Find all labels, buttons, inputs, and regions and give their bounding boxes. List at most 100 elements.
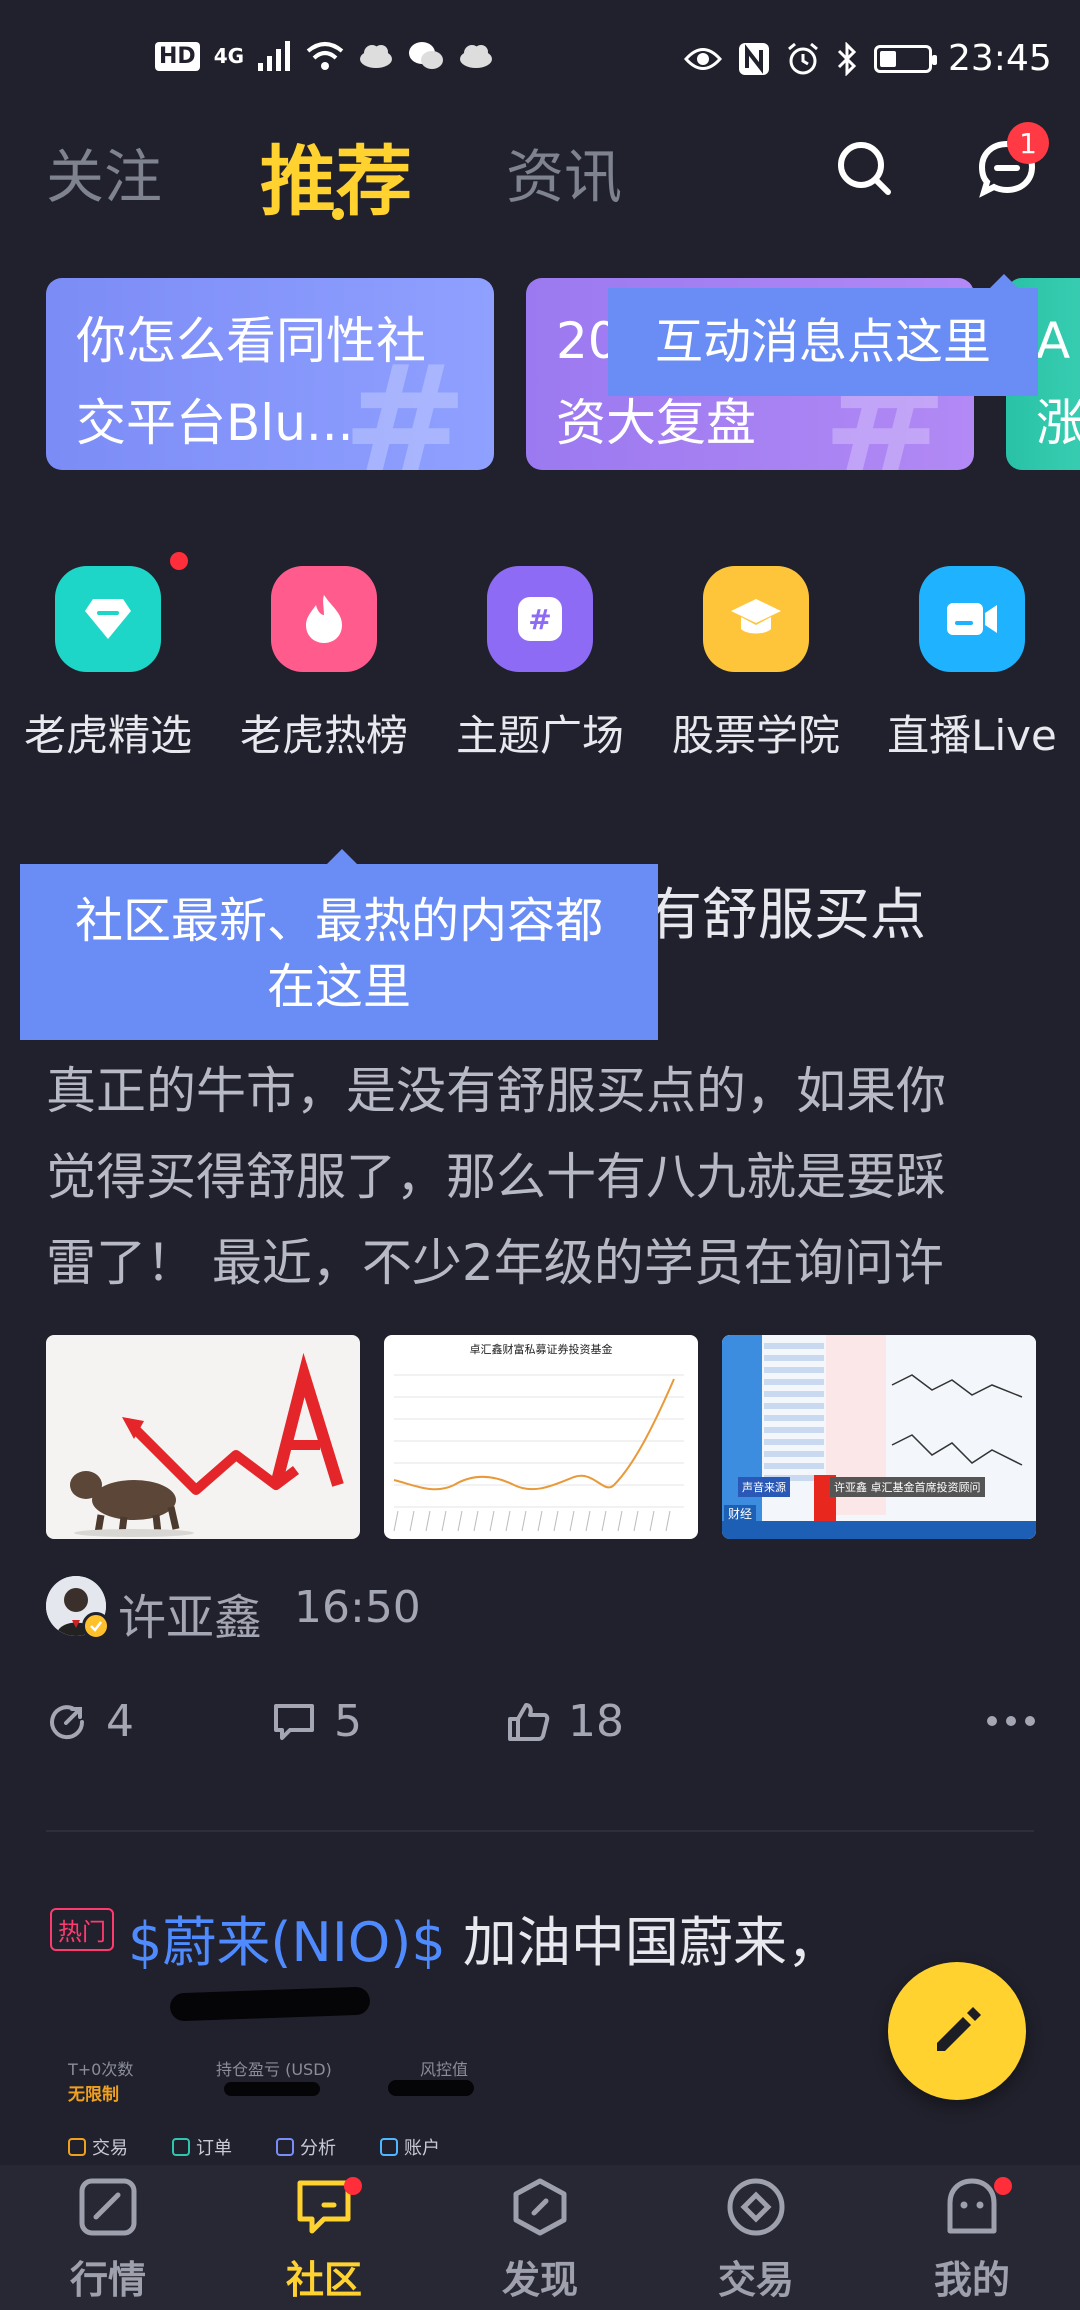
bluetooth-icon — [837, 41, 857, 76]
orders-icon — [172, 2138, 190, 2156]
mini-action-bar: 交易 订单 分析 账户 — [68, 2134, 440, 2160]
compose-button[interactable] — [888, 1962, 1026, 2100]
redaction-mark — [224, 2082, 320, 2096]
profile-icon — [947, 2178, 997, 2234]
analysis-icon — [276, 2138, 294, 2156]
next-post-title[interactable]: $蔚来(NIO)$ 加油中国蔚来， — [128, 1898, 841, 1977]
tab-news[interactable]: 资讯 — [506, 130, 622, 214]
topic-text-line2: 真 — [1036, 464, 1080, 470]
alarm-icon — [788, 42, 818, 74]
post-body-line: 觉得买得舒服了，那么十有八九就是要踩 — [46, 1148, 946, 1206]
quick-entry-topic-square[interactable]: # 主题广场 — [440, 566, 640, 763]
thumbs-up-icon — [508, 1702, 550, 1741]
cloud-icon — [360, 45, 393, 68]
mini-action-analysis[interactable]: 分析 — [276, 2134, 336, 2160]
network-label: 4G — [213, 44, 245, 68]
message-badge: 1 — [1007, 122, 1049, 164]
community-red-dot — [344, 2177, 362, 2195]
search-icon[interactable] — [836, 140, 892, 200]
verified-badge-icon — [82, 1612, 110, 1640]
nfc-icon — [739, 42, 769, 75]
diamond-icon — [55, 566, 161, 672]
table-header-risk: 风控值 — [420, 2060, 469, 2079]
bottom-nav-label: 社区 — [285, 2258, 362, 2302]
bottom-nav-label: 发现 — [501, 2258, 578, 2302]
cloud-icon — [460, 45, 493, 68]
author-name[interactable]: 许亚鑫 — [118, 1578, 262, 1648]
wechat-icon — [409, 42, 444, 69]
post-divider — [46, 1830, 1034, 1832]
messages-tooltip[interactable]: 互动消息点这里 — [608, 288, 1038, 396]
redaction-mark — [169, 1986, 371, 2022]
market-icon — [79, 2178, 137, 2236]
post-body-line: 真正的牛市，是没有舒服买点的，如果你 — [46, 1062, 946, 1120]
account-icon — [380, 2138, 398, 2156]
hot-tag: 热门 — [50, 1908, 114, 1951]
bottom-nav-market[interactable]: 行情 — [28, 2177, 188, 2304]
active-tab-indicator — [332, 208, 344, 220]
mini-action-label: 分析 — [300, 2138, 336, 2159]
status-right: 23:45 — [684, 38, 1052, 79]
bottom-nav: 行情 社区 发现 交易 我的 — [0, 2165, 1080, 2310]
clock: 23:45 — [948, 38, 1052, 79]
quick-entry-tiger-picks[interactable]: 老虎精选 — [8, 566, 208, 763]
topic-card-1[interactable]: 你怎么看同性社 交平台Blu... # — [46, 278, 494, 470]
hash-icon: # — [342, 334, 468, 470]
comment-count: 5 — [334, 1696, 362, 1747]
tooltip-line1: 社区最新、最热的内容都 — [74, 893, 603, 949]
post-time: 16:50 — [294, 1582, 421, 1633]
topic-text-line1: A涨 — [1036, 312, 1080, 452]
post-image-trading-screen[interactable]: 声音来源 许亚鑫 卓汇基金首席投资顾问 财经 — [722, 1335, 1036, 1539]
post-body[interactable]: 真正的牛市，是没有舒服买点的，如果你 觉得买得舒服了，那么十有八九就是要踩 雷了… — [46, 1048, 1046, 1306]
quick-entry-stock-academy[interactable]: 股票学院 — [656, 566, 856, 763]
trade-icon — [727, 2178, 785, 2236]
table-header-t0: T+0次数 — [68, 2060, 134, 2079]
like-stat[interactable]: 18 — [506, 1696, 624, 1747]
quick-entry-label: 老虎热榜 — [239, 711, 408, 760]
quick-entry-label: 主题广场 — [455, 711, 624, 760]
more-icon[interactable] — [986, 1712, 1036, 1731]
post-image-chart[interactable]: 卓汇鑫财富私募证券投资基金 — [384, 1335, 698, 1539]
svg-text:#: # — [528, 603, 551, 636]
mini-action-label: 账户 — [404, 2138, 440, 2159]
share-count: 4 — [106, 1696, 134, 1747]
stock-link[interactable]: $蔚来(NIO)$ — [128, 1911, 446, 1974]
bottom-nav-label: 交易 — [717, 2258, 794, 2302]
quick-entry-live[interactable]: 直播Live — [872, 566, 1072, 763]
signal-icon — [258, 41, 291, 71]
battery-icon — [874, 44, 937, 73]
pencil-icon — [937, 2007, 981, 2051]
thumb-caption: 许亚鑫 卓汇基金首席投资顾问 — [830, 1477, 985, 1497]
tooltip-arrow — [990, 274, 1018, 288]
next-post-text: 加油中国蔚来， — [445, 1911, 841, 1974]
bottom-nav-community[interactable]: 社区 — [244, 2177, 404, 2304]
thumb-corner-label: 财经 — [724, 1505, 757, 1522]
bottom-nav-discover[interactable]: 发现 — [460, 2177, 620, 2304]
status-bar: HD 4G 23:45 — [0, 0, 1080, 120]
share-icon — [50, 1704, 85, 1739]
quick-entry-label: 老虎精选 — [23, 711, 192, 760]
post-title[interactable]: 有舒服买点 — [646, 870, 926, 951]
community-tooltip[interactable]: 社区最新、最热的内容都 在这里 — [20, 864, 658, 1040]
discover-icon — [513, 2178, 567, 2236]
table-header-pnl: 持仓盈亏 (USD) — [216, 2060, 332, 2079]
share-stat[interactable]: 4 — [46, 1696, 134, 1747]
mini-action-account[interactable]: 账户 — [380, 2134, 440, 2160]
bottom-nav-trade[interactable]: 交易 — [676, 2177, 836, 2304]
comment-stat[interactable]: 5 — [272, 1696, 362, 1747]
comment-icon — [274, 1703, 314, 1740]
mini-action-label: 交易 — [92, 2138, 128, 2159]
mini-action-trade[interactable]: 交易 — [68, 2134, 128, 2160]
tab-following[interactable]: 关注 — [46, 130, 162, 214]
post-image-bull[interactable] — [46, 1335, 360, 1539]
trade-icon — [68, 2138, 86, 2156]
bottom-nav-profile[interactable]: 我的 — [892, 2177, 1052, 2304]
thumb-tag: 声音来源 — [738, 1477, 790, 1497]
unlimited-value: 无限制 — [68, 2085, 119, 2105]
mini-action-orders[interactable]: 订单 — [172, 2134, 232, 2160]
bottom-nav-label: 我的 — [933, 2258, 1010, 2302]
mini-action-label: 订单 — [196, 2138, 232, 2159]
quick-entry-hot-list[interactable]: 老虎热榜 — [224, 566, 424, 763]
flame-icon — [271, 566, 377, 672]
wifi-icon — [306, 42, 344, 70]
